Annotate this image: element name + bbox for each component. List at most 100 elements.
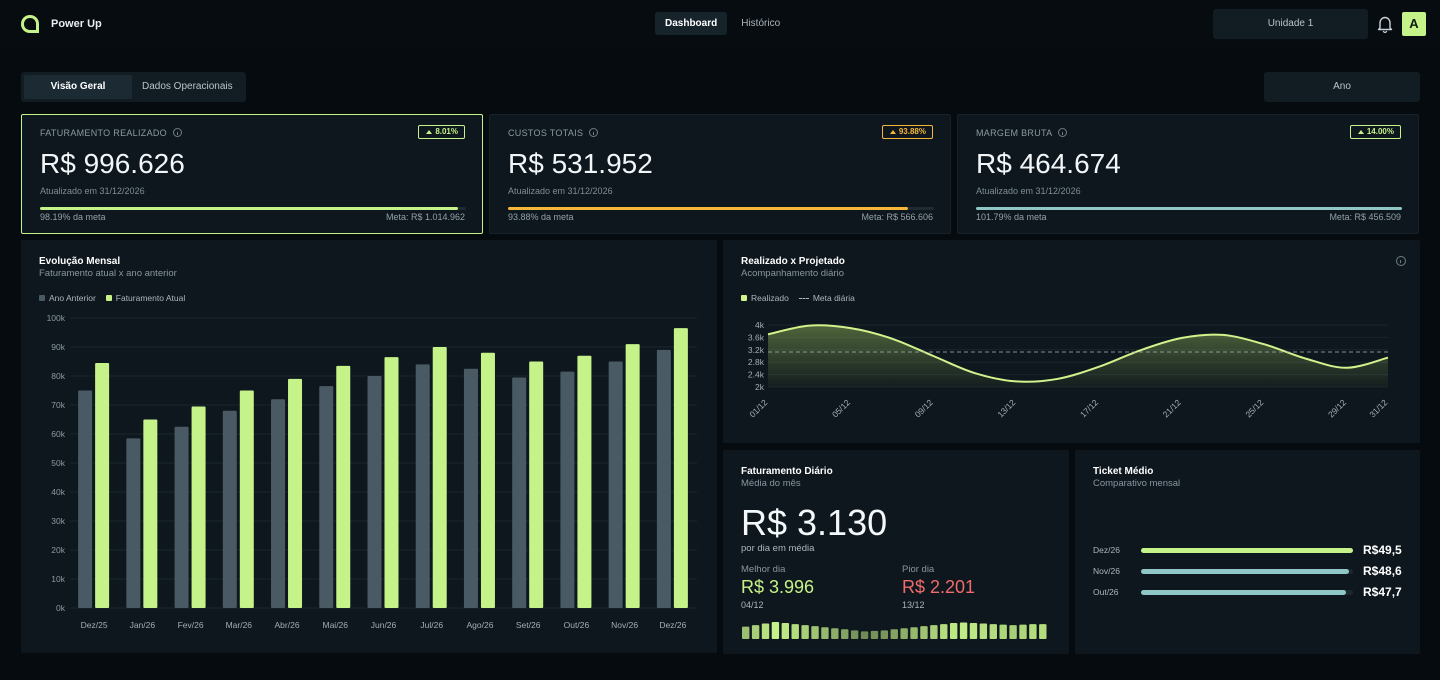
y-tick-label: 10k (51, 574, 65, 584)
x-tick-label: Jul/26 (420, 620, 443, 630)
y-tick-label: 3.2k (748, 345, 765, 355)
kpi-card-custos[interactable]: CUSTOS TOTAIS 93.88% R$ 531.952 Atualiza… (489, 114, 951, 234)
bar-ano-anterior (319, 386, 334, 608)
y-tick-label: 4k (755, 320, 765, 330)
spark-bar (949, 623, 958, 639)
kpi-progress-fill (976, 207, 1402, 210)
x-tick-label: Ago/26 (466, 620, 493, 630)
x-tick-label: Mar/26 (226, 620, 253, 630)
ticket-fill (1141, 548, 1353, 553)
y-tick-label: 0k (56, 603, 66, 613)
x-tick-label: Jun/26 (371, 620, 397, 630)
bar-faturamento-atual (577, 355, 592, 608)
x-tick-label: 17/12 (1078, 397, 1100, 419)
kpi-badge: 8.01% (418, 125, 465, 139)
x-tick-label: 31/12 (1367, 397, 1389, 419)
unit-select[interactable]: Unidade 1 (1213, 9, 1368, 39)
spark-bar (920, 626, 928, 639)
spark-bar (801, 625, 809, 639)
y-tick-label: 90k (51, 342, 65, 352)
info-icon[interactable] (172, 128, 182, 137)
kpi-meta: Meta: R$ 456.509 (1329, 212, 1401, 222)
x-tick-label: Abr/26 (275, 620, 300, 630)
ticket-month: Out/26 (1093, 587, 1119, 597)
tab-dados-operacionais[interactable]: Dados Operacionais (132, 75, 243, 99)
kpi-value: R$ 531.952 (508, 148, 653, 179)
bar-faturamento-atual (480, 352, 495, 608)
bar-faturamento-atual (625, 344, 640, 608)
spark-bar (811, 626, 819, 639)
spark-bar (1029, 624, 1037, 639)
spark-bar (761, 623, 770, 639)
tab-visao-geral[interactable]: Visão Geral (24, 75, 132, 99)
kpi-badge: 14.00% (1349, 125, 1401, 139)
info-icon[interactable] (1058, 128, 1068, 137)
x-tick-label: 21/12 (1161, 397, 1183, 419)
bar-ano-anterior (126, 438, 141, 608)
kpi-progress-fill (508, 207, 908, 210)
kpi-value: R$ 996.626 (40, 148, 185, 179)
spark-bar (771, 622, 780, 639)
nav-historico[interactable]: Histórico (731, 12, 790, 35)
y-tick-label: 2.8k (748, 357, 765, 367)
bar-ano-anterior (174, 426, 189, 608)
spark-bar (791, 624, 799, 639)
user-avatar[interactable]: A (1402, 12, 1426, 36)
spark-bar (1039, 624, 1047, 639)
y-tick-label: 50k (51, 458, 65, 468)
x-tick-label: Nov/26 (611, 620, 638, 630)
bar-faturamento-atual (673, 328, 688, 608)
bar-faturamento-atual (143, 419, 158, 608)
kpi-progress-track (508, 207, 934, 210)
daily-sparkbar-chart (742, 622, 1047, 639)
spark-bar (930, 625, 938, 639)
x-tick-label: 09/12 (913, 397, 935, 419)
period-select[interactable]: Ano (1264, 72, 1420, 102)
kpi-progress-fill (40, 207, 459, 210)
kpi-progress-label: 98.19% da meta (40, 212, 106, 222)
y-tick-label: 100k (47, 313, 66, 323)
power-up-logo-icon[interactable] (20, 14, 40, 34)
spark-bar (1019, 624, 1027, 639)
bar-faturamento-atual (432, 347, 447, 608)
ticket-month: Dez/26 (1093, 545, 1120, 555)
main-nav: Dashboard Histórico (655, 12, 790, 35)
x-tick-label: Out/26 (564, 620, 590, 630)
bell-icon[interactable] (1377, 15, 1393, 33)
nav-dashboard[interactable]: Dashboard (655, 12, 728, 35)
y-tick-label: 20k (51, 545, 65, 555)
spark-bar (959, 622, 968, 639)
view-tabs: Visão Geral Dados Operacionais (21, 72, 246, 102)
info-icon[interactable] (589, 128, 599, 137)
bar-faturamento-atual (529, 361, 544, 608)
realized-projected-panel: Realizado x Projetado Acompanhamento diá… (723, 240, 1420, 443)
spark-bar (999, 624, 1007, 639)
bar-faturamento-atual (95, 362, 110, 608)
spark-bar (831, 628, 839, 639)
spark-bar (880, 630, 889, 639)
kpi-updated: Atualizado em 31/12/2026 (508, 186, 613, 196)
panel-subtitle: Comparativo mensal (1093, 478, 1181, 489)
bar-ano-anterior (512, 377, 527, 608)
kpi-updated: Atualizado em 31/12/2026 (976, 186, 1081, 196)
x-tick-label: 29/12 (1326, 397, 1348, 419)
kpi-card-faturamento[interactable]: FATURAMENTO REALIZADO 8.01% R$ 996.626 A… (21, 114, 483, 234)
kpi-progress-label: 93.88% da meta (508, 212, 574, 222)
bar-ano-anterior (271, 399, 286, 608)
kpi-meta: Meta: R$ 1.014.962 (385, 212, 465, 222)
x-tick-label: Dez/25 (81, 620, 108, 630)
bar-faturamento-atual (384, 357, 399, 608)
ticket-value: R$49,5 (1363, 543, 1402, 557)
top-bar: Power Up Dashboard Histórico Unidade 1 A (0, 0, 1440, 48)
kpi-progress-track (40, 207, 466, 210)
ticket-row: Out/26 R$47,7 (1093, 585, 1403, 599)
spark-bar (979, 623, 988, 639)
x-tick-label: 01/12 (747, 397, 769, 419)
spark-bar (742, 626, 750, 639)
ticket-track (1141, 590, 1353, 595)
ticket-fill (1141, 590, 1346, 595)
kpi-card-margem[interactable]: MARGEM BRUTA 14.00% R$ 464.674 Atualizad… (957, 114, 1419, 234)
kpi-title: MARGEM BRUTA (976, 128, 1068, 138)
spark-bar (870, 630, 879, 639)
brand-name: Power Up (51, 18, 102, 30)
